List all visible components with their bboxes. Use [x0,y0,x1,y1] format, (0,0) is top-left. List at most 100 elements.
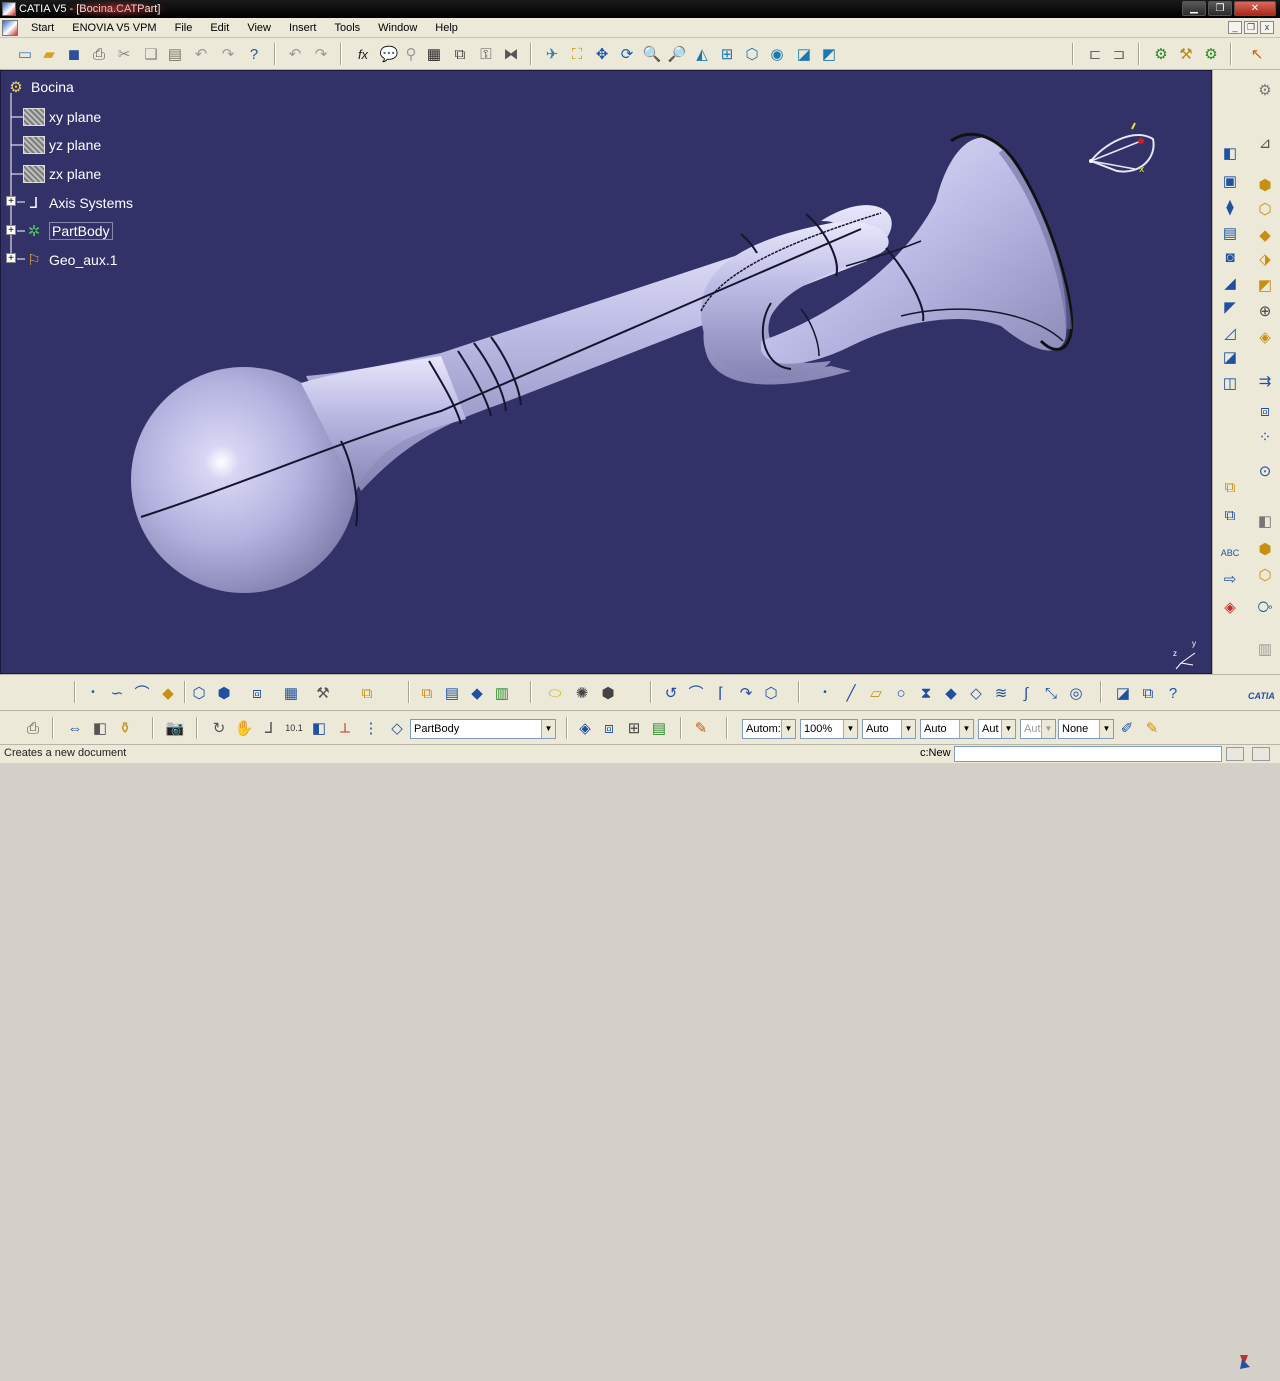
tree-root-bocina[interactable]: ⚙ Bocina [5,75,74,99]
rendering-style-select[interactable]: None ▼ [1058,719,1114,739]
redo-history-icon[interactable]: ↷ [310,43,332,65]
color-select[interactable]: Autom: ▼ [742,719,796,739]
stiffener-icon[interactable]: ◙ [1219,246,1241,268]
circle-icon[interactable]: ○ [890,682,912,704]
line-type-select[interactable]: Auto ▼ [920,719,974,739]
status-button-2[interactable] [1252,747,1270,761]
expand-axis-systems-icon[interactable]: + [6,196,16,207]
rib-icon[interactable]: ▤ [1219,222,1241,244]
sweep-icon[interactable]: ◆ [466,682,488,704]
menu-window[interactable]: Window [369,18,426,38]
wire-point-icon[interactable]: • [814,682,836,704]
help-pointer-icon[interactable]: ? [1162,682,1184,704]
axis-icon[interactable]: ⅃ [258,717,280,739]
analysis-icon[interactable]: ◪ [1112,682,1134,704]
spine-icon[interactable]: ⤡ [1040,682,1062,704]
hand-icon[interactable]: ✋ [233,717,255,739]
save-management-icon[interactable]: ⎙ [22,717,44,739]
close-button[interactable]: ✕ [1234,1,1276,16]
line-icon[interactable]: ╱ [840,682,862,704]
point-type-select[interactable]: Aut ▼ [978,719,1016,739]
join-icon[interactable]: ⬡ [188,682,210,704]
measure-between-icon[interactable]: ⊏ [1084,43,1106,65]
extrude-icon[interactable]: ⧉ [416,682,438,704]
parallel-curve-icon[interactable]: ◇ [965,682,987,704]
fill-icon[interactable]: ▥ [491,682,513,704]
minimize-button[interactable]: ▁ [1182,1,1206,16]
sphere-icon[interactable]: ✺ [571,682,593,704]
line-thickness-select[interactable]: Auto ▼ [862,719,916,739]
copy-graphic-icon[interactable]: ✎ [1141,717,1163,739]
scaling-icon[interactable]: ⊙ [1254,460,1276,482]
revolve-icon[interactable]: ▤ [441,682,463,704]
catia-app-icon[interactable] [2,2,16,16]
manual-update-icon[interactable]: ⚙ [1200,43,1222,65]
tree-item-yz-plane[interactable]: yz plane [23,133,101,157]
catalog-icon[interactable]: ⚿ [475,43,497,65]
draft-icon[interactable]: ◤ [1219,296,1241,318]
translation-icon[interactable]: ⇉ [1254,370,1276,392]
rotate-view-icon[interactable]: ↻ [208,717,230,739]
boundary-icon[interactable]: ◆ [157,682,179,704]
hole-icon[interactable]: ⧫ [1219,196,1241,218]
doc-minimize-button[interactable]: _ [1228,21,1242,34]
transparency-select[interactable]: 100% ▼ [800,719,858,739]
thread-icon[interactable]: ◈ [1254,326,1276,348]
tree-item-geo-aux[interactable]: ⚐ Geo_aux.1 [23,248,117,272]
menu-enovia[interactable]: ENOVIA V5 VPM [63,18,165,38]
open-folder-icon[interactable]: ▰ [38,43,60,65]
zoom-in-icon[interactable]: 🔍 [641,43,663,65]
helix-icon[interactable]: ⌒ [131,682,153,704]
slot-icon[interactable]: ◆ [1254,224,1276,246]
loft-icon[interactable]: ⬗ [1254,248,1276,270]
law-icon[interactable]: ⧉ [449,43,471,65]
3d-viewport[interactable]: x y z ⚙ Bocina xy plane yz plane zx plan… [0,70,1212,674]
paste-icon[interactable]: ▤ [164,43,186,65]
rotate-icon[interactable]: ⟳ [616,43,638,65]
doc-close-button[interactable]: x [1260,21,1274,34]
chamfer-icon[interactable]: ◩ [1254,274,1276,296]
menu-start[interactable]: Start [22,18,63,38]
print-icon[interactable]: ⎙ [88,43,110,65]
intersection-icon[interactable]: ◆ [940,682,962,704]
sketch-icon[interactable]: ⊿ [1254,132,1276,154]
thickness-icon[interactable]: ◿ [1219,322,1241,344]
copy-icon[interactable]: ❏ [140,43,162,65]
offset-icon[interactable]: ⬢ [597,682,619,704]
menu-insert[interactable]: Insert [280,18,326,38]
split-icon[interactable]: ◧ [1254,510,1276,532]
shell-icon[interactable]: ⊕ [1254,300,1276,322]
fillet-icon[interactable]: ◢ [1219,272,1241,294]
tree-item-xy-plane[interactable]: xy plane [23,105,101,129]
add-icon[interactable]: ⧉ [1219,476,1241,498]
tools-icon[interactable]: ⚒ [312,682,334,704]
select-arrow-icon[interactable]: ↖ [1246,43,1268,65]
apply-material-icon[interactable]: ◈ [1219,596,1241,618]
mirror-icon[interactable]: ⧈ [1254,400,1276,422]
swap-space-icon[interactable]: ◩ [818,43,840,65]
capture-icon[interactable]: 📷 [164,717,186,739]
hide-show-icon[interactable]: ◪ [793,43,815,65]
shaft-icon[interactable]: ⬢ [1254,174,1276,196]
design-table-icon[interactable]: ▦ [423,43,445,65]
tree-item-axis-systems[interactable]: ⅃ Axis Systems [23,191,133,215]
undo-history-icon[interactable]: ↶ [284,43,306,65]
pan-icon[interactable]: ✥ [591,43,613,65]
update-icon[interactable]: ⚒ [1175,43,1197,65]
circle-arc-icon[interactable]: ↷ [735,682,757,704]
current-body-select[interactable]: PartBody ▼ [410,719,556,739]
restore-button[interactable]: ❐ [1208,1,1232,16]
fly-mode-icon[interactable]: ✈ [541,43,563,65]
paint-brush-icon[interactable]: ✎ [690,717,712,739]
remove-face-icon[interactable]: ◪ [1219,346,1241,368]
replace-face-icon[interactable]: ◫ [1219,372,1241,394]
polyline-icon[interactable]: ⬡ [760,682,782,704]
precision-icon[interactable]: 10.1 [283,717,305,739]
constraint-icon[interactable]: ⟂ [334,717,356,739]
menu-tools[interactable]: Tools [325,18,369,38]
new-document-icon[interactable]: ▭ [14,43,36,65]
pad-icon[interactable]: ◧ [1219,142,1241,164]
layer-icon[interactable]: ▤ [648,717,670,739]
body-icon[interactable]: ⧉ [356,682,378,704]
projection-icon[interactable]: ⧗ [915,682,937,704]
